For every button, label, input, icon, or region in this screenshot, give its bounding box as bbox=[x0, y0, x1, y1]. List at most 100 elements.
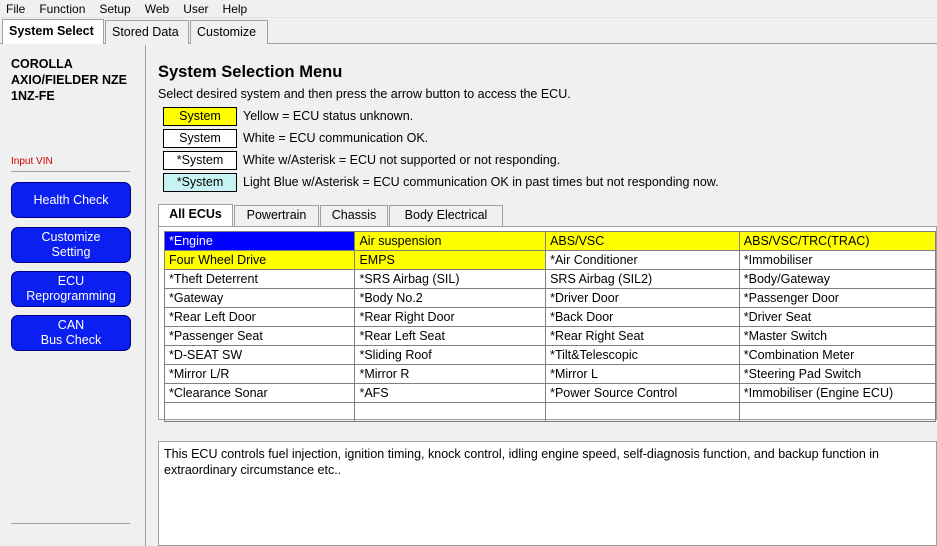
menu-user[interactable]: User bbox=[177, 0, 216, 18]
ecu-cell[interactable]: *Back Door bbox=[545, 307, 740, 327]
legend-text: White = ECU communication OK. bbox=[243, 131, 429, 145]
left-panel: COROLLA AXIO/FIELDER NZE 1NZ-FE Input VI… bbox=[0, 45, 146, 546]
ecu-grid-row: *Clearance Sonar *AFS *Power Source Contro… bbox=[163, 383, 937, 403]
ecu-cell[interactable]: EMPS bbox=[354, 250, 547, 270]
vehicle-variant: AXIO/FIELDER NZE bbox=[11, 73, 127, 87]
customize-setting-button[interactable]: Customize Setting bbox=[11, 227, 131, 263]
ecu-cell[interactable] bbox=[545, 402, 740, 422]
ecu-cell[interactable]: *Theft Deterrent bbox=[163, 269, 356, 289]
button-label: ECU bbox=[57, 274, 85, 288]
ecu-cell[interactable]: *Driver Seat bbox=[738, 307, 937, 327]
ecu-cell[interactable]: *Immobiliser (Engine ECU) bbox=[738, 383, 937, 403]
button-label: Health Check bbox=[33, 192, 109, 207]
ecu-cell[interactable]: *Power Source Control bbox=[545, 383, 740, 403]
button-label: Reprogramming bbox=[26, 289, 116, 303]
legend-row: System White = ECU communication OK. bbox=[163, 128, 428, 148]
ecu-grid-row: *Rear Left Door *Rear Right Door *Back Doo… bbox=[163, 307, 937, 327]
tab-chassis[interactable]: Chassis bbox=[320, 205, 388, 226]
ecu-cell[interactable]: *Passenger Door bbox=[738, 288, 937, 308]
legend-text: Light Blue w/Asterisk = ECU communicatio… bbox=[243, 175, 719, 189]
ecu-grid-row: *Engine Air suspension ABS/VSC ABS/VSC/TRC(… bbox=[163, 231, 937, 251]
tab-system-select[interactable]: System Select bbox=[2, 19, 104, 44]
ecu-grid-row: *Theft Deterrent *SRS Airbag (SIL) SRS Air… bbox=[163, 269, 937, 289]
button-label: CAN bbox=[57, 318, 85, 332]
menu-setup[interactable]: Setup bbox=[93, 0, 138, 18]
ecu-cell[interactable]: SRS Airbag (SIL2) bbox=[545, 269, 740, 289]
ecu-cell[interactable]: *Master Switch bbox=[738, 326, 937, 346]
tab-customize[interactable]: Customize bbox=[190, 20, 268, 44]
ecu-cell[interactable]: *Driver Door bbox=[545, 288, 740, 308]
ecu-grid-panel: *Engine Air suspension ABS/VSC ABS/VSC/TRC(… bbox=[158, 226, 937, 422]
ecu-cell[interactable]: *Rear Right Seat bbox=[545, 326, 740, 346]
ecu-cell[interactable]: ABS/VSC bbox=[545, 231, 740, 251]
ecu-cell[interactable]: *Steering Pad Switch bbox=[738, 364, 937, 384]
ecu-cell[interactable]: *Clearance Sonar bbox=[163, 383, 356, 403]
ecu-cell[interactable]: *Passenger Seat bbox=[163, 326, 356, 346]
legend-swatch: *System bbox=[163, 150, 237, 170]
ecu-cell[interactable]: *Rear Left Seat bbox=[354, 326, 547, 346]
menu-bar: File Function Setup Web User Help bbox=[0, 0, 937, 18]
button-label: Bus Check bbox=[40, 333, 102, 347]
vehicle-model: COROLLA bbox=[11, 57, 73, 71]
ecu-cell[interactable]: Four Wheel Drive bbox=[163, 250, 356, 270]
page-title: System Selection Menu bbox=[158, 63, 343, 81]
ecu-cell[interactable] bbox=[163, 402, 356, 422]
menu-help[interactable]: Help bbox=[217, 0, 256, 18]
legend-text: Yellow = ECU status unknown. bbox=[243, 109, 414, 123]
ecu-cell[interactable]: *Mirror R bbox=[354, 364, 547, 384]
legend-swatch: System bbox=[163, 106, 237, 126]
divider bbox=[11, 171, 130, 172]
divider bbox=[11, 523, 130, 524]
ecu-cell[interactable]: *Air Conditioner bbox=[545, 250, 740, 270]
ecu-cell[interactable]: *Combination Meter bbox=[738, 345, 937, 365]
tab-stored-data[interactable]: Stored Data bbox=[105, 20, 189, 44]
ecu-grid-row: *Passenger Seat *Rear Left Seat *Rear Righ… bbox=[163, 326, 937, 346]
ecu-grid-row bbox=[163, 402, 937, 422]
legend-swatch: *System bbox=[163, 172, 237, 192]
ecu-grid-row: *Mirror L/R *Mirror R *Mirror L *Steering P… bbox=[163, 364, 937, 384]
ecu-cell[interactable] bbox=[354, 402, 547, 422]
top-tab-bar: System Select Stored Data Customize bbox=[0, 19, 937, 44]
ecu-cell[interactable]: *Mirror L/R bbox=[163, 364, 356, 384]
tab-all-ecus[interactable]: All ECUs bbox=[158, 204, 233, 227]
ecu-cell[interactable]: *Gateway bbox=[163, 288, 356, 308]
ecu-grid-row: *Gateway *Body No.2 *Driver Door *Passenger… bbox=[163, 288, 937, 308]
vehicle-info: COROLLA AXIO/FIELDER NZE 1NZ-FE bbox=[11, 56, 141, 104]
ecu-grid: *Engine Air suspension ABS/VSC ABS/VSC/TRC(… bbox=[163, 231, 937, 422]
legend-swatch: System bbox=[163, 128, 237, 148]
button-label: Setting bbox=[51, 245, 91, 259]
ecu-cell[interactable]: *Engine bbox=[163, 231, 356, 251]
ecu-cell[interactable]: *Body No.2 bbox=[354, 288, 547, 308]
input-vin-link[interactable]: Input VIN bbox=[11, 156, 53, 167]
ecu-reprogramming-button[interactable]: ECU Reprogramming bbox=[11, 271, 131, 307]
tab-body-electrical[interactable]: Body Electrical bbox=[389, 205, 503, 226]
can-bus-check-button[interactable]: CAN Bus Check bbox=[11, 315, 131, 351]
health-check-button[interactable]: Health Check bbox=[11, 182, 131, 218]
ecu-cell[interactable]: *Sliding Roof bbox=[354, 345, 547, 365]
ecu-cell[interactable]: *SRS Airbag (SIL) bbox=[354, 269, 547, 289]
ecu-cell[interactable]: *AFS bbox=[354, 383, 547, 403]
ecu-cell[interactable]: *Body/Gateway bbox=[738, 269, 937, 289]
ecu-cell[interactable]: ABS/VSC/TRC(TRAC) bbox=[738, 231, 937, 251]
ecu-cell[interactable]: Air suspension bbox=[354, 231, 547, 251]
legend-text: White w/Asterisk = ECU not supported or … bbox=[243, 153, 561, 167]
vehicle-engine: 1NZ-FE bbox=[11, 89, 55, 103]
ecu-description: This ECU controls fuel injection, igniti… bbox=[158, 441, 937, 546]
main-panel: System Selection Menu Select desired sys… bbox=[148, 45, 937, 546]
ecu-cell[interactable]: *Rear Right Door bbox=[354, 307, 547, 327]
ecu-cell[interactable] bbox=[738, 402, 937, 422]
tab-powertrain[interactable]: Powertrain bbox=[234, 205, 319, 226]
ecu-cell[interactable]: *D-SEAT SW bbox=[163, 345, 356, 365]
ecu-cell[interactable]: *Rear Left Door bbox=[163, 307, 356, 327]
ecu-cell[interactable]: *Mirror L bbox=[545, 364, 740, 384]
ecu-cell[interactable]: *Tilt&Telescopic bbox=[545, 345, 740, 365]
button-label: Customize bbox=[41, 230, 101, 244]
legend-row: System Yellow = ECU status unknown. bbox=[163, 106, 413, 126]
ecu-grid-row: *D-SEAT SW *Sliding Roof *Tilt&Telescopic *… bbox=[163, 345, 937, 365]
legend-row: *System Light Blue w/Asterisk = ECU comm… bbox=[163, 172, 719, 192]
ecu-grid-row: Four Wheel Drive EMPS *Air Conditioner *Imm… bbox=[163, 250, 937, 270]
ecu-cell[interactable]: *Immobiliser bbox=[738, 250, 937, 270]
menu-function[interactable]: Function bbox=[33, 0, 93, 18]
menu-web[interactable]: Web bbox=[139, 0, 177, 18]
menu-file[interactable]: File bbox=[0, 0, 33, 18]
